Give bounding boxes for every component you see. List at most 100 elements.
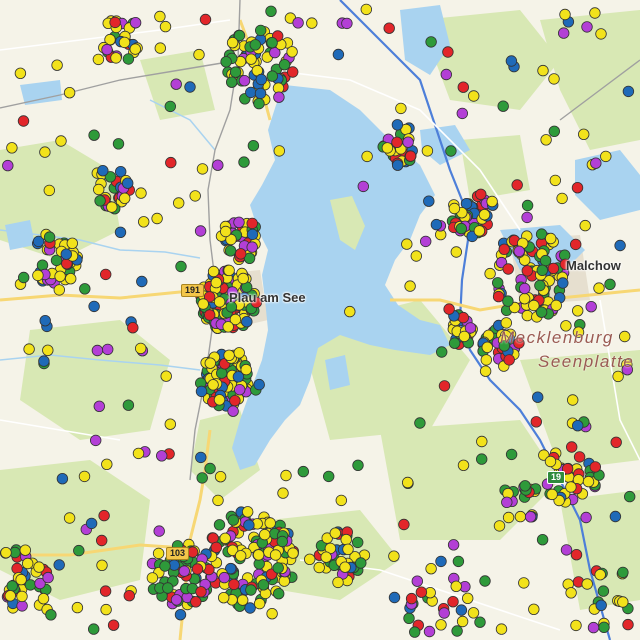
map-marker-blue[interactable] bbox=[455, 604, 468, 616]
map-marker-green[interactable] bbox=[539, 254, 552, 267]
map-marker-yellow[interactable] bbox=[23, 343, 35, 355]
map-marker-green[interactable] bbox=[164, 100, 177, 113]
map-marker-yellow[interactable] bbox=[493, 520, 506, 532]
map-marker-yellow[interactable] bbox=[286, 46, 298, 58]
map-marker-green[interactable] bbox=[257, 579, 270, 591]
map-marker-blue[interactable] bbox=[56, 473, 69, 485]
map-marker-purple[interactable] bbox=[178, 565, 191, 577]
map-marker-purple[interactable] bbox=[194, 225, 207, 237]
map-marker-yellow[interactable] bbox=[479, 365, 492, 377]
map-marker-yellow[interactable] bbox=[462, 592, 474, 605]
map-marker-yellow[interactable] bbox=[212, 494, 224, 507]
map-marker-yellow[interactable] bbox=[118, 192, 131, 205]
map-marker-yellow[interactable] bbox=[480, 354, 493, 366]
map-marker-purple[interactable] bbox=[170, 78, 182, 90]
map-marker-yellow[interactable] bbox=[234, 550, 247, 562]
map-marker-green[interactable] bbox=[445, 145, 457, 157]
map-marker-yellow[interactable] bbox=[236, 594, 249, 606]
map-marker-green[interactable] bbox=[266, 37, 278, 49]
map-marker-purple[interactable] bbox=[402, 136, 414, 148]
map-marker-green[interactable] bbox=[597, 585, 610, 597]
map-marker-green[interactable] bbox=[598, 621, 610, 634]
map-marker-yellow[interactable] bbox=[342, 543, 354, 556]
map-marker-yellow[interactable] bbox=[579, 219, 591, 232]
map-marker-blue[interactable] bbox=[121, 177, 134, 189]
map-marker-purple[interactable] bbox=[524, 511, 537, 523]
map-marker-red[interactable] bbox=[127, 322, 139, 334]
map-marker-green[interactable] bbox=[297, 465, 310, 478]
map-marker-yellow[interactable] bbox=[217, 592, 230, 604]
map-view[interactable]: Plau am See Malchow Mecklenburg Seenplat… bbox=[0, 0, 640, 640]
map-marker-yellow[interactable] bbox=[306, 17, 318, 29]
map-marker-blue[interactable] bbox=[39, 315, 51, 327]
map-marker-red[interactable] bbox=[438, 380, 451, 392]
map-marker-red[interactable] bbox=[573, 451, 586, 463]
map-marker-green[interactable] bbox=[227, 514, 240, 526]
map-marker-yellow[interactable] bbox=[425, 563, 437, 575]
map-marker-yellow[interactable] bbox=[528, 603, 540, 616]
map-marker-blue[interactable] bbox=[622, 85, 635, 98]
map-marker-green[interactable] bbox=[249, 39, 262, 51]
map-marker-yellow[interactable] bbox=[54, 270, 66, 283]
map-marker-green[interactable] bbox=[624, 490, 636, 503]
map-marker-green[interactable] bbox=[534, 279, 546, 292]
map-marker-purple[interactable] bbox=[440, 68, 453, 81]
map-marker-green[interactable] bbox=[273, 588, 285, 600]
map-marker-yellow[interactable] bbox=[51, 59, 63, 71]
map-marker-green[interactable] bbox=[278, 58, 291, 71]
map-marker-green[interactable] bbox=[94, 195, 106, 207]
map-marker-red[interactable] bbox=[503, 354, 515, 366]
map-marker-yellow[interactable] bbox=[110, 52, 122, 64]
map-marker-yellow[interactable] bbox=[160, 370, 172, 382]
map-marker-yellow[interactable] bbox=[468, 90, 480, 102]
map-marker-green[interactable] bbox=[253, 97, 265, 110]
map-marker-yellow[interactable] bbox=[63, 512, 76, 524]
map-marker-blue[interactable] bbox=[572, 420, 584, 432]
map-marker-yellow[interactable] bbox=[581, 578, 593, 590]
map-marker-purple[interactable] bbox=[519, 282, 531, 295]
map-marker-yellow[interactable] bbox=[33, 561, 45, 573]
map-marker-purple[interactable] bbox=[560, 544, 573, 556]
map-marker-yellow[interactable] bbox=[213, 394, 226, 406]
map-marker-yellow[interactable] bbox=[320, 551, 332, 563]
map-marker-blue[interactable] bbox=[53, 559, 65, 571]
map-marker-green[interactable] bbox=[225, 76, 238, 88]
map-marker-yellow[interactable] bbox=[546, 488, 558, 501]
map-marker-yellow[interactable] bbox=[39, 146, 51, 158]
map-marker-red[interactable] bbox=[109, 16, 121, 29]
map-marker-red[interactable] bbox=[107, 619, 120, 631]
map-marker-yellow[interactable] bbox=[152, 547, 165, 560]
map-marker-yellow[interactable] bbox=[619, 330, 631, 343]
map-marker-red[interactable] bbox=[511, 179, 523, 191]
map-marker-blue[interactable] bbox=[254, 87, 267, 100]
map-marker-green[interactable] bbox=[617, 566, 629, 579]
map-marker-green[interactable] bbox=[266, 70, 279, 82]
map-marker-yellow[interactable] bbox=[42, 344, 54, 357]
map-marker-blue[interactable] bbox=[557, 277, 569, 289]
map-marker-yellow[interactable] bbox=[339, 561, 351, 573]
map-marker-purple[interactable] bbox=[238, 74, 251, 87]
map-marker-yellow[interactable] bbox=[388, 550, 400, 562]
map-marker-green[interactable] bbox=[220, 56, 232, 68]
map-marker-red[interactable] bbox=[165, 156, 177, 169]
map-marker-purple[interactable] bbox=[93, 400, 106, 413]
map-marker-yellow[interactable] bbox=[207, 379, 219, 391]
map-marker-yellow[interactable] bbox=[64, 273, 77, 285]
map-marker-yellow[interactable] bbox=[395, 102, 407, 115]
map-marker-red[interactable] bbox=[405, 592, 418, 605]
map-marker-purple[interactable] bbox=[91, 344, 104, 357]
map-marker-purple[interactable] bbox=[218, 571, 231, 584]
map-marker-yellow[interactable] bbox=[582, 475, 595, 488]
map-marker-red[interactable] bbox=[99, 585, 112, 597]
map-marker-blue[interactable] bbox=[38, 355, 50, 367]
map-marker-green[interactable] bbox=[451, 625, 463, 637]
map-marker-yellow[interactable] bbox=[223, 349, 235, 362]
map-marker-yellow[interactable] bbox=[219, 225, 232, 238]
map-marker-yellow[interactable] bbox=[53, 284, 66, 296]
map-marker-red[interactable] bbox=[98, 509, 110, 522]
map-marker-yellow[interactable] bbox=[32, 269, 44, 282]
map-marker-yellow[interactable] bbox=[204, 357, 217, 369]
map-marker-red[interactable] bbox=[17, 115, 30, 127]
map-marker-red[interactable] bbox=[502, 263, 514, 275]
map-marker-yellow[interactable] bbox=[335, 494, 348, 507]
